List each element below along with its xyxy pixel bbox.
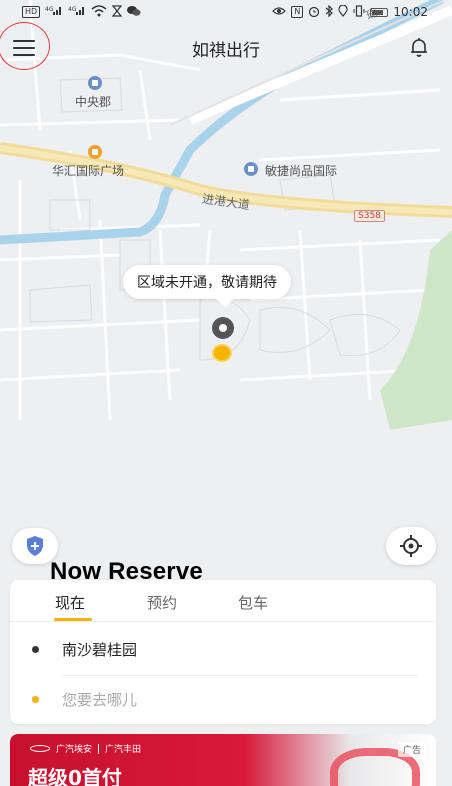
origin-dot-icon [32, 645, 39, 653]
mode-caption: Now Reserve [50, 558, 203, 585]
divider [98, 743, 100, 754]
crosshair-icon [400, 535, 422, 557]
wifi-icon [91, 4, 107, 20]
wechat-icon [127, 5, 141, 20]
current-location-marker [212, 344, 232, 362]
locate-me-button[interactable] [386, 527, 436, 565]
banner-brand-logos: 广汽埃安 广汽丰田 [30, 742, 141, 755]
building-poi-icon [244, 162, 258, 176]
signal-4g-icon: 4G [45, 5, 63, 19]
ad-badge: 广告 [397, 742, 426, 757]
building-poi-icon [88, 76, 102, 90]
page-title: 如祺出行 [192, 41, 260, 61]
shopping-poi-icon [88, 145, 102, 159]
location-icon [338, 3, 349, 20]
brand-logo-icon [30, 745, 50, 752]
location-pin-icon[interactable] [212, 317, 234, 339]
hd-icon: HD [22, 6, 41, 18]
map-poi-label: 中央郡 [75, 95, 112, 109]
app-header: 如祺出行 [0, 22, 452, 72]
route-number-badge: S358 [354, 210, 385, 222]
tab-charter[interactable]: 包车 [238, 592, 268, 613]
origin-field[interactable]: 南沙碧桂园 [10, 624, 436, 674]
active-tab-indicator [54, 618, 92, 621]
bluetooth-icon [325, 4, 334, 20]
svg-text:4G: 4G [68, 6, 77, 13]
service-unavailable-tooltip: 区域未开通，敬请期待 [123, 265, 291, 299]
destination-placeholder: 您要去哪儿 [62, 690, 138, 709]
map-poi-label: 敏捷尚品国际 [265, 164, 338, 178]
brand-name: 广汽埃安 [56, 745, 93, 755]
signal-4g-icon: 4G [68, 5, 86, 19]
status-bar: HD 4G 4G N 10:02 [0, 0, 452, 24]
eye-icon [272, 5, 287, 19]
destination-field[interactable]: 您要去哪儿 [10, 674, 436, 724]
notifications-button[interactable] [408, 36, 430, 58]
status-right-icons: N 10:02 [272, 3, 428, 20]
status-left-icons: HD 4G 4G [22, 4, 141, 20]
booking-panel: 现在 预约 包车 南沙碧桂园 您要去哪儿 [10, 580, 436, 724]
hourglass-icon [111, 4, 123, 20]
destination-dot-icon [32, 695, 39, 703]
status-time: 10:02 [393, 5, 428, 19]
service-unavailable-text: 区域未开通，敬请期待 [137, 275, 277, 291]
promo-banner[interactable]: 广汽埃安 广汽丰田 超级0首付 广告 [10, 734, 436, 786]
origin-text: 南沙碧桂园 [62, 640, 138, 659]
map-poi-label: 华汇国际广场 [52, 164, 125, 178]
tab-now[interactable]: 现在 [55, 592, 85, 613]
vibrate-icon [353, 4, 365, 20]
banner-headline: 超级0首付 [28, 766, 122, 786]
shield-plus-icon [27, 536, 43, 556]
nfc-icon: N [291, 6, 304, 18]
tab-reserve[interactable]: 预约 [147, 592, 177, 613]
bell-icon [411, 38, 427, 57]
brand-name: 广汽丰田 [105, 745, 142, 755]
svg-text:4G: 4G [45, 6, 54, 13]
ride-mode-tabs: 现在 预约 包车 [10, 580, 436, 622]
battery-icon [370, 7, 389, 17]
alarm-icon [308, 5, 320, 20]
